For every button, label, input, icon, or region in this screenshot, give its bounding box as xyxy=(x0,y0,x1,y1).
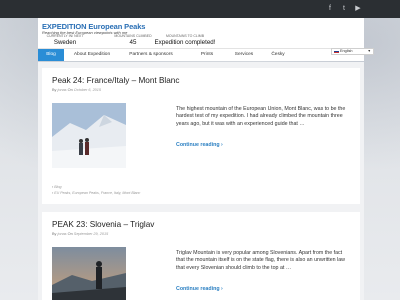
continue-reading-link[interactable]: Continue reading › xyxy=(176,142,223,148)
post-meta: By jonas On October 6, 2015 xyxy=(52,88,101,92)
post-author-link[interactable]: jonas xyxy=(58,232,67,236)
main-content: Peak 24: France/Italy – Mont Blanc By jo… xyxy=(38,62,364,300)
post-taxonomy: ▪Blog ▪EU Peaks, European Peaks, France,… xyxy=(52,184,140,196)
stat-value: Sweden xyxy=(53,39,77,46)
post-date-link[interactable]: October 6, 2015 xyxy=(74,88,101,92)
chevron-right-icon: › xyxy=(221,142,223,148)
uk-flag-icon xyxy=(334,49,339,53)
meta-by: By xyxy=(52,88,57,92)
facebook-icon[interactable]: f xyxy=(326,5,334,13)
social-links: f t ▶ xyxy=(326,5,362,13)
site-header: EXPEDITION European Peaks Reaching the b… xyxy=(38,18,364,48)
blog-post: PEAK 23: Slovenia – Triglav By jonas On … xyxy=(42,212,360,300)
category-link[interactable]: Blog xyxy=(54,185,61,189)
main-navigation: Blog About Expedition Partners & sponsor… xyxy=(38,48,364,61)
youtube-icon[interactable]: ▶ xyxy=(354,5,362,13)
continue-reading-link[interactable]: Continue reading › xyxy=(176,286,223,292)
post-title[interactable]: Peak 24: France/Italy – Mont Blanc xyxy=(52,76,179,85)
stat-mountains-to-climb: MOUNTAINS TO CLIMB Expedition completed! xyxy=(150,34,220,46)
nav-item-services[interactable]: Services xyxy=(228,49,260,61)
post-thumbnail[interactable] xyxy=(52,247,126,300)
tags-link[interactable]: EU Peaks, European Peaks, France, Italy,… xyxy=(54,191,140,195)
post-meta: By jonas On September 29, 2015 xyxy=(52,232,108,236)
stat-label: MOUNTAINS TO CLIMB xyxy=(165,34,205,38)
stat-value: Expedition completed! xyxy=(154,39,216,46)
post-date-link[interactable]: September 29, 2015 xyxy=(74,232,108,236)
nav-item-cesky[interactable]: Česky xyxy=(264,49,292,61)
post-title[interactable]: PEAK 23: Slovenia – Triglav xyxy=(52,220,154,229)
meta-on: On xyxy=(67,232,73,236)
post-author-link[interactable]: jonas xyxy=(58,88,67,92)
nav-item-partners-sponsors[interactable]: Partners & sponsors xyxy=(122,49,180,61)
post-thumbnail[interactable] xyxy=(52,103,126,168)
continue-reading-label: Continue reading xyxy=(176,142,220,148)
chevron-down-icon: ▼ xyxy=(367,49,371,53)
continue-reading-label: Continue reading xyxy=(176,286,220,292)
top-bar: f t ▶ xyxy=(0,0,400,18)
chevron-right-icon: › xyxy=(221,286,223,292)
post-excerpt: The highest mountain of the European Uni… xyxy=(176,106,346,127)
meta-on: On xyxy=(67,88,73,92)
language-select[interactable]: English ▼ xyxy=(331,48,374,55)
meta-by: By xyxy=(52,232,57,236)
blog-post: Peak 24: France/Italy – Mont Blanc By jo… xyxy=(42,68,360,204)
nav-item-blog[interactable]: Blog xyxy=(38,49,64,61)
nav-item-about-expedition[interactable]: About Expedition xyxy=(68,49,116,61)
nav-item-prints[interactable]: Prints xyxy=(192,49,222,61)
stat-current-location: CURRENTLY IN/ NEXT Sweden xyxy=(40,34,90,46)
post-excerpt: Triglav Mountain is very popular among S… xyxy=(176,250,346,271)
language-label: English xyxy=(340,49,353,53)
twitter-icon[interactable]: t xyxy=(340,5,348,13)
post-tags: ▪EU Peaks, European Peaks, France, Italy… xyxy=(52,190,140,196)
stat-label: CURRENTLY IN/ NEXT xyxy=(46,34,84,38)
